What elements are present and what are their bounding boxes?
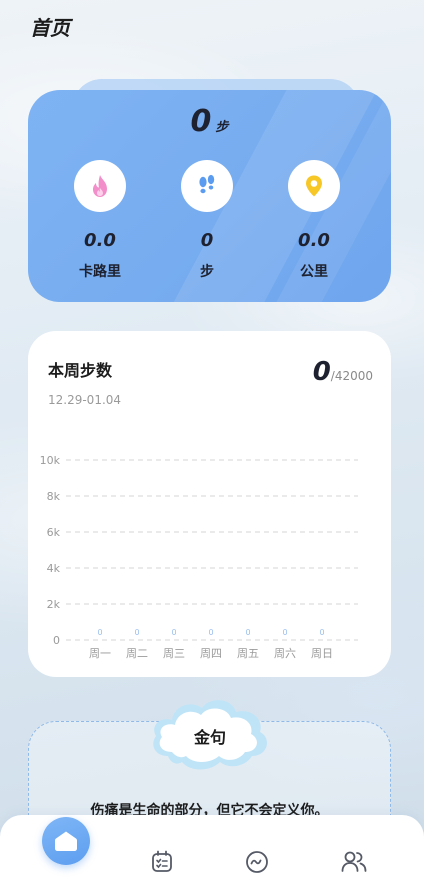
tab-friends[interactable] bbox=[340, 848, 368, 876]
today-steps: 0步 bbox=[28, 104, 391, 139]
y-tick-label: 0 bbox=[53, 634, 60, 647]
checklist-icon bbox=[152, 850, 172, 872]
location-pin-icon bbox=[288, 160, 340, 212]
weekly-steps-chart: 0 2k 4k 6k 8k 10k 0 周一 0 周二 0 周三 0 周四 0 周五 0 周六 0 周日 bbox=[40, 454, 358, 660]
stat-calories: 0.0 卡路里 bbox=[55, 160, 145, 281]
quote-label: 金句 bbox=[193, 728, 226, 747]
home-icon bbox=[55, 831, 77, 851]
x-tick-label: 周一 bbox=[89, 647, 111, 660]
x-tick-label: 周五 bbox=[237, 647, 259, 660]
activity-icon bbox=[246, 851, 268, 873]
today-steps-value: 0 bbox=[190, 104, 212, 139]
y-tick-label: 8k bbox=[47, 490, 61, 503]
steps-label: 步 bbox=[200, 264, 214, 280]
y-tick-label: 2k bbox=[47, 598, 61, 611]
stat-distance: 0.0 公里 bbox=[269, 160, 359, 281]
y-tick-label: 10k bbox=[40, 454, 61, 467]
footprints-icon bbox=[181, 160, 233, 212]
page-title: 首页 bbox=[30, 16, 70, 40]
bar-value-label: 0 bbox=[282, 628, 287, 637]
steps-value: 0 bbox=[200, 230, 214, 251]
x-tick-label: 周日 bbox=[311, 647, 333, 660]
flame-icon bbox=[74, 160, 126, 212]
bar-value-label: 0 bbox=[245, 628, 250, 637]
people-icon bbox=[341, 851, 367, 872]
today-steps-unit: 步 bbox=[215, 120, 229, 135]
x-tick-label: 周二 bbox=[126, 647, 148, 660]
tab-home[interactable] bbox=[42, 817, 90, 865]
x-tick-label: 周四 bbox=[200, 647, 222, 660]
distance-label: 公里 bbox=[300, 264, 328, 280]
bar-value-label: 0 bbox=[134, 628, 139, 637]
distance-value: 0.0 bbox=[298, 230, 330, 251]
tab-checklist[interactable] bbox=[148, 848, 176, 876]
stat-steps: 0 步 bbox=[162, 160, 252, 281]
calories-label: 卡路里 bbox=[79, 264, 121, 280]
bar-value-label: 0 bbox=[208, 628, 213, 637]
weekly-steps-card[interactable]: 本周步数 12.29-01.04 0/42000 0 2k 4k 6k 8k 10k 0 周一… bbox=[28, 331, 391, 677]
bar-value-label: 0 bbox=[171, 628, 176, 637]
x-tick-label: 周三 bbox=[163, 647, 185, 660]
today-stats-card[interactable]: 0步 0.0 卡路里 0 步 0.0 公里 bbox=[28, 90, 391, 302]
bar-value-label: 0 bbox=[319, 628, 324, 637]
y-tick-label: 6k bbox=[47, 526, 61, 539]
x-tick-label: 周六 bbox=[274, 647, 296, 660]
calories-value: 0.0 bbox=[84, 230, 116, 251]
bar-value-label: 0 bbox=[97, 628, 102, 637]
y-tick-label: 4k bbox=[47, 562, 61, 575]
tab-activity[interactable] bbox=[243, 848, 271, 876]
